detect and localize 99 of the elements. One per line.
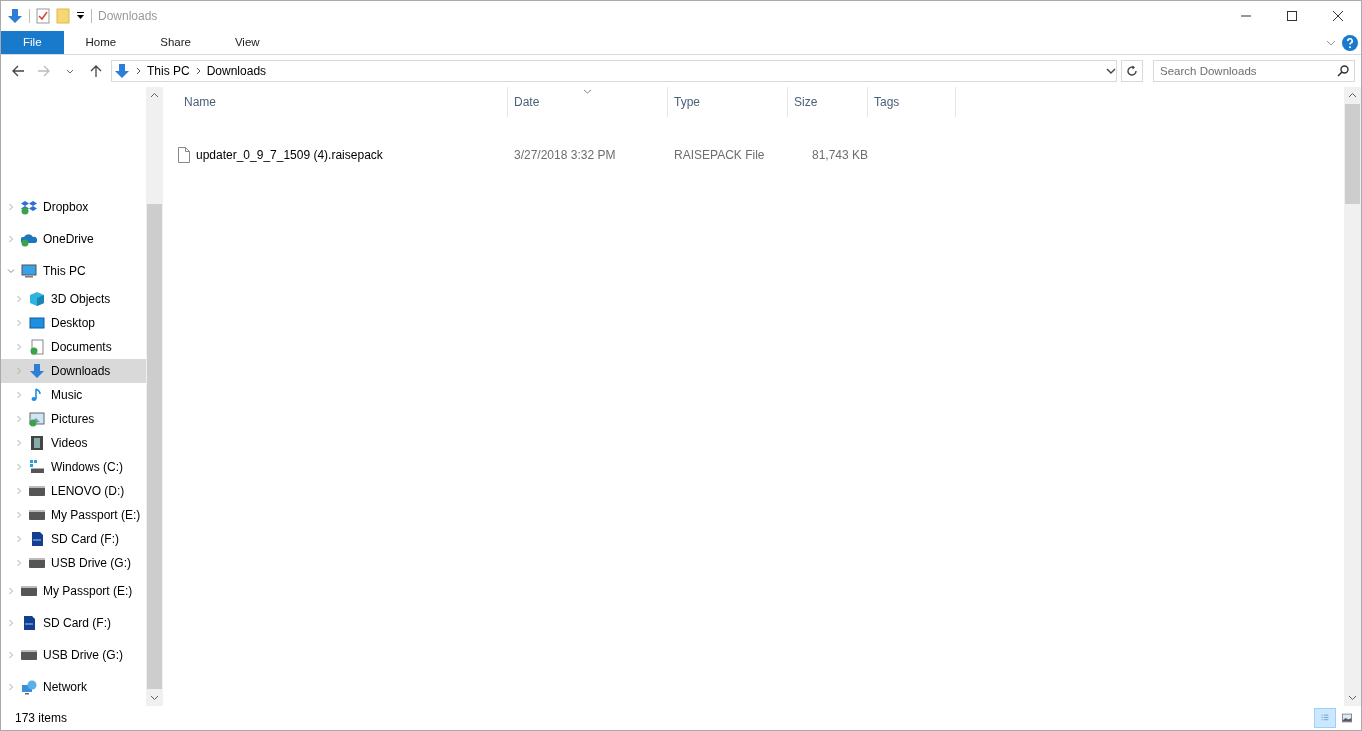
download-arrow-icon bbox=[114, 63, 130, 79]
sidebar-item[interactable]: Downloads bbox=[1, 359, 147, 383]
sidebar-item[interactable]: Desktop bbox=[1, 311, 147, 335]
drive-icon bbox=[29, 555, 45, 571]
collapsed-chevron-icon[interactable] bbox=[7, 587, 15, 595]
collapsed-chevron-icon[interactable] bbox=[7, 235, 15, 243]
expand-ribbon-icon[interactable] bbox=[1326, 39, 1336, 46]
address-bar[interactable]: This PC Downloads bbox=[111, 60, 1117, 82]
column-header[interactable]: Type bbox=[668, 87, 788, 117]
file-date: 3/27/2018 3:32 PM bbox=[513, 147, 617, 164]
film-icon bbox=[29, 435, 45, 451]
screen-icon bbox=[29, 315, 45, 331]
collapsed-chevron-icon[interactable] bbox=[15, 391, 23, 399]
file-size: 81,743 KB bbox=[810, 147, 868, 164]
refresh-icon[interactable] bbox=[1126, 65, 1138, 77]
sidebar-item[interactable]: LENOVO (D:) bbox=[1, 479, 147, 503]
monitor-icon bbox=[21, 263, 37, 279]
document-icon bbox=[29, 339, 45, 355]
folder-icon[interactable] bbox=[56, 8, 70, 24]
cloud-icon bbox=[21, 231, 37, 247]
search-field[interactable]: Search Downloads bbox=[1153, 60, 1355, 82]
collapsed-chevron-icon[interactable] bbox=[15, 319, 23, 327]
sidebar-item[interactable]: OneDrive bbox=[1, 223, 147, 255]
collapsed-chevron-icon[interactable] bbox=[15, 487, 23, 495]
item-count: 173 items bbox=[15, 710, 68, 727]
file-icon bbox=[178, 147, 190, 163]
sidebar-item[interactable]: USB Drive (G:) bbox=[1, 639, 147, 671]
expanded-chevron-icon[interactable] bbox=[7, 267, 15, 275]
up-icon[interactable] bbox=[89, 64, 103, 78]
dropdown-icon[interactable] bbox=[76, 11, 85, 21]
drive-icon bbox=[21, 583, 37, 599]
dropdown-icon[interactable] bbox=[1106, 68, 1116, 74]
file-type: RAISEPACK File bbox=[673, 147, 766, 164]
column-header[interactable]: Date bbox=[508, 87, 668, 117]
ribbon-tab[interactable]: File bbox=[1, 31, 64, 54]
sd-card-icon bbox=[21, 615, 37, 631]
picture-icon bbox=[29, 411, 45, 427]
collapsed-chevron-icon[interactable] bbox=[7, 651, 15, 659]
divider-icon bbox=[91, 9, 92, 23]
collapsed-chevron-icon[interactable] bbox=[15, 559, 23, 567]
ribbon-tab[interactable]: View bbox=[212, 31, 282, 54]
sidebar-item[interactable]: Documents bbox=[1, 335, 147, 359]
close-icon[interactable] bbox=[1333, 11, 1343, 21]
sidebar-item[interactable]: Pictures bbox=[1, 407, 147, 431]
properties-icon[interactable] bbox=[36, 8, 50, 24]
ribbon-tab[interactable]: Share bbox=[138, 31, 213, 54]
maximize-icon[interactable] bbox=[1287, 11, 1297, 21]
sidebar-item[interactable]: SD Card (F:) bbox=[1, 607, 147, 639]
help-icon[interactable] bbox=[1342, 34, 1358, 51]
sidebar-item[interactable]: My Passport (E:) bbox=[1, 503, 147, 527]
search-icon bbox=[1337, 65, 1349, 77]
scrollbar-thumb[interactable] bbox=[147, 204, 163, 689]
sidebar-item[interactable]: My Passport (E:) bbox=[1, 575, 147, 607]
column-header[interactable]: Tags bbox=[868, 87, 956, 117]
collapsed-chevron-icon[interactable] bbox=[15, 439, 23, 447]
chevron-icon bbox=[195, 67, 201, 75]
drive-icon bbox=[29, 459, 45, 475]
breadcrumb[interactable]: This PC bbox=[147, 62, 190, 80]
sidebar-item[interactable]: Videos bbox=[1, 431, 147, 455]
forward-icon[interactable] bbox=[37, 64, 51, 78]
divider-icon bbox=[29, 9, 30, 23]
collapsed-chevron-icon[interactable] bbox=[15, 511, 23, 519]
cube-icon bbox=[29, 291, 45, 307]
download-arrow-icon bbox=[29, 363, 45, 379]
collapsed-chevron-icon[interactable] bbox=[15, 343, 23, 351]
sidebar-item[interactable]: SD Card (F:) bbox=[1, 527, 147, 551]
sidebar-item[interactable]: This PC bbox=[1, 255, 147, 287]
ribbon-tab[interactable]: Home bbox=[63, 31, 139, 54]
column-header[interactable]: Name bbox=[178, 87, 508, 117]
window-title: Downloads bbox=[98, 8, 158, 25]
recent-locations-icon[interactable] bbox=[66, 68, 74, 74]
collapsed-chevron-icon[interactable] bbox=[7, 683, 15, 691]
sidebar-item[interactable]: Windows (C:) bbox=[1, 455, 147, 479]
collapsed-chevron-icon[interactable] bbox=[15, 367, 23, 375]
collapsed-chevron-icon[interactable] bbox=[15, 295, 23, 303]
sidebar-item[interactable]: Dropbox bbox=[1, 191, 147, 223]
collapsed-chevron-icon[interactable] bbox=[15, 463, 23, 471]
column-header[interactable]: Size bbox=[788, 87, 868, 117]
download-arrow-icon bbox=[7, 8, 23, 24]
sidebar-item[interactable]: 3D Objects bbox=[1, 287, 147, 311]
collapsed-chevron-icon[interactable] bbox=[15, 535, 23, 543]
collapsed-chevron-icon[interactable] bbox=[15, 415, 23, 423]
sd-card-icon bbox=[29, 531, 45, 547]
sidebar-item[interactable]: Network bbox=[1, 671, 147, 703]
network-icon bbox=[21, 679, 37, 695]
drive-icon bbox=[29, 483, 45, 499]
drive-icon bbox=[21, 647, 37, 663]
boxes-icon bbox=[21, 199, 37, 215]
sidebar-item[interactable]: Music bbox=[1, 383, 147, 407]
file-name[interactable]: updater_0_9_7_1509 (4).raisepack bbox=[196, 146, 383, 164]
collapsed-chevron-icon[interactable] bbox=[7, 619, 15, 627]
drive-icon bbox=[29, 507, 45, 523]
chevron-icon bbox=[136, 67, 141, 75]
breadcrumb[interactable]: Downloads bbox=[206, 62, 267, 80]
back-icon[interactable] bbox=[11, 64, 25, 78]
large-icons-view-icon[interactable] bbox=[1342, 712, 1352, 724]
scrollbar-thumb[interactable] bbox=[1345, 104, 1360, 204]
collapsed-chevron-icon[interactable] bbox=[7, 203, 15, 211]
sidebar-item[interactable]: USB Drive (G:) bbox=[1, 551, 147, 575]
